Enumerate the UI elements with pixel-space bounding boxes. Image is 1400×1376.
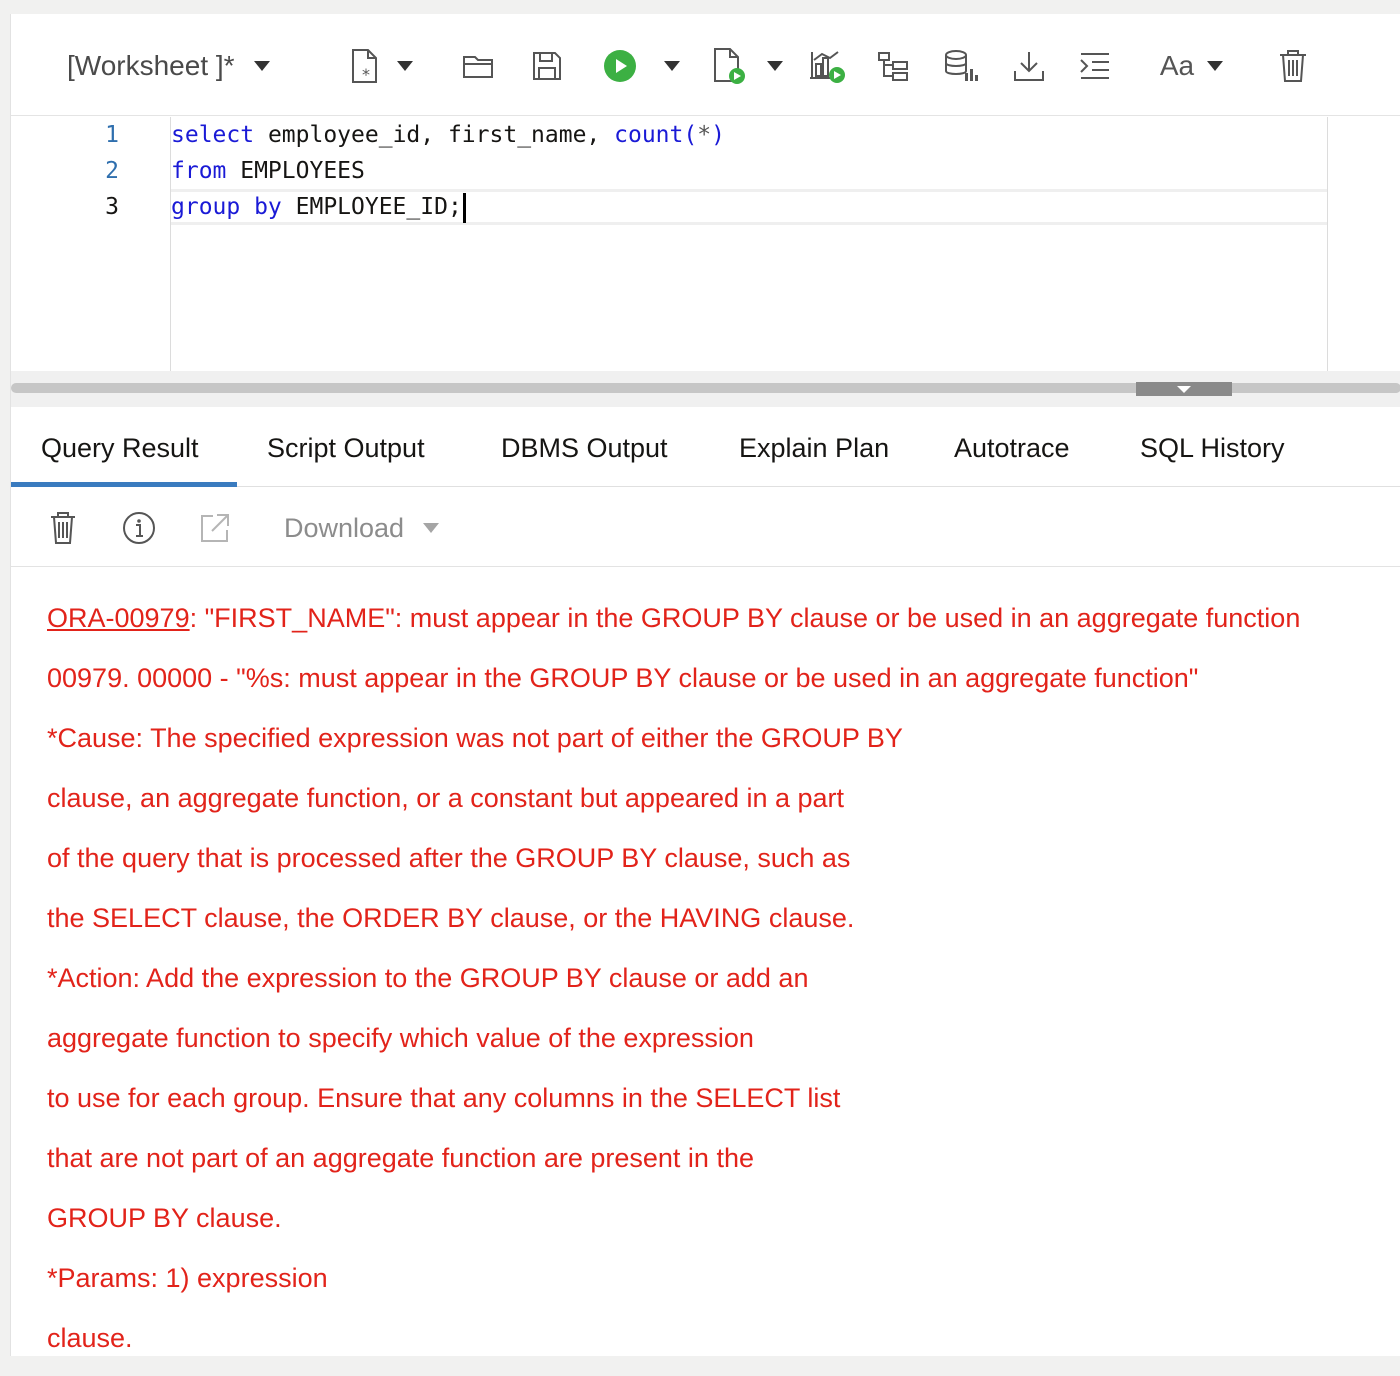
code-text: EMPLOYEE_ID; [281,194,462,220]
chevron-down-icon [1207,61,1224,71]
download-button[interactable] [1011,48,1047,84]
code-text: employee_id, first_name, [254,122,615,148]
worksheet-toolbar: [Worksheet ]* * Aa [11,14,1400,116]
chevron-down-icon [397,61,413,71]
tab-explain-plan[interactable]: Explain Plan [709,407,919,487]
error-line: GROUP BY clause. [47,1203,282,1233]
run-script-icon [714,48,745,84]
tab-sql-history[interactable]: SQL History [1110,407,1315,487]
line-number-gutter: 1 2 3 [11,117,171,371]
error-line: of the query that is processed after the… [47,843,851,873]
error-line: that are not part of an aggregate functi… [47,1143,754,1173]
sql-tuning-icon [945,50,978,81]
error-code-link[interactable]: ORA-00979 [47,603,190,633]
code-text: * [697,122,712,148]
sql-keyword: from [171,158,227,184]
error-line: clause, an aggregate function, or a cons… [47,783,845,813]
chevron-down-icon [253,61,270,71]
new-worksheet-icon: * [352,49,377,84]
run-statement-icon [604,50,636,82]
run-script-button[interactable] [705,48,789,84]
chevron-down-icon [1177,386,1191,393]
sql-keyword: select [171,122,255,148]
sql-editor[interactable]: 1 2 3 select employee_id, first_name, co… [11,117,1400,371]
info-icon [123,512,155,544]
tab-script-output[interactable]: Script Output [237,407,455,487]
sql-tuning-button[interactable] [941,48,981,84]
format-icon [1080,53,1109,79]
new-worksheet-button[interactable]: * [343,48,419,84]
line-number: 1 [105,122,119,148]
trash-icon [1280,50,1306,82]
sql-keyword: count( [614,122,698,148]
autotrace-icon [878,52,908,81]
output-tabs: Query Result Script Output DBMS Output E… [11,407,1400,487]
chevron-down-icon [767,61,783,71]
chevron-down-icon [423,523,440,533]
text-cursor [462,192,466,223]
save-button[interactable] [529,48,565,84]
font-size-button[interactable]: Aa [1155,48,1229,84]
download-label: Download [284,512,405,543]
code-line[interactable]: from EMPLOYEES [171,153,1328,189]
trash-icon [51,512,75,544]
sql-worksheet-app: [Worksheet ]* * Aa 1 2 3 select employee… [10,14,1400,1356]
editor-margin-line [1327,117,1328,371]
clear-output-button[interactable] [49,511,77,545]
tab-autotrace[interactable]: Autotrace [924,407,1100,487]
error-line: *Action: Add the expression to the GROUP… [47,963,809,993]
error-line: the SELECT clause, the ORDER BY clause, … [47,903,855,933]
code-line-active[interactable]: group by EMPLOYEE_ID; [171,189,1328,225]
error-line: ORA-00979: "FIRST_NAME": must appear in … [47,588,1400,648]
open-in-new-button[interactable] [199,511,231,545]
open-button[interactable] [461,48,497,84]
clear-button[interactable] [1275,48,1311,84]
collapse-handle[interactable] [1136,382,1232,396]
error-output: ORA-00979: "FIRST_NAME": must appear in … [47,588,1400,1356]
format-button[interactable] [1077,48,1113,84]
error-line: 00979. 00000 - "%s: must appear in the G… [47,663,1199,693]
error-message: : "FIRST_NAME": must appear in the GROUP… [189,603,1301,633]
sql-keyword: group by [171,194,282,220]
download-menu-button[interactable]: Download [284,511,440,545]
open-icon [463,56,493,78]
save-icon [533,52,561,80]
worksheet-label: [Worksheet ]* [67,50,235,81]
autotrace-button[interactable] [875,48,911,84]
pane-splitter[interactable] [11,371,1400,407]
worksheet-selector[interactable]: [Worksheet ]* [67,48,287,84]
download-icon [1014,52,1044,81]
line-number: 3 [105,194,119,220]
code-text: EMPLOYEES [226,158,365,184]
run-statement-button[interactable] [597,48,687,84]
chevron-down-icon [664,61,680,71]
result-toolbar: Download [11,487,1400,567]
explain-plan-icon [810,51,845,83]
external-link-icon [201,514,229,542]
error-line: *Cause: The specified expression was not… [47,723,903,753]
tab-dbms-output[interactable]: DBMS Output [471,407,698,487]
sql-keyword: ) [711,122,725,148]
svg-text:*: * [362,65,370,84]
error-line: clause. [47,1323,133,1353]
font-size-label: Aa [1159,50,1195,81]
explain-plan-button[interactable] [807,48,847,84]
code-line[interactable]: select employee_id, first_name, count(*) [171,117,1328,153]
error-line: aggregate function to specify which valu… [47,1023,754,1053]
error-line: to use for each group. Ensure that any c… [47,1083,841,1113]
info-button[interactable] [122,511,156,545]
error-line: *Params: 1) expression [47,1263,328,1293]
line-number: 2 [105,158,119,184]
tab-query-result[interactable]: Query Result [11,407,237,487]
